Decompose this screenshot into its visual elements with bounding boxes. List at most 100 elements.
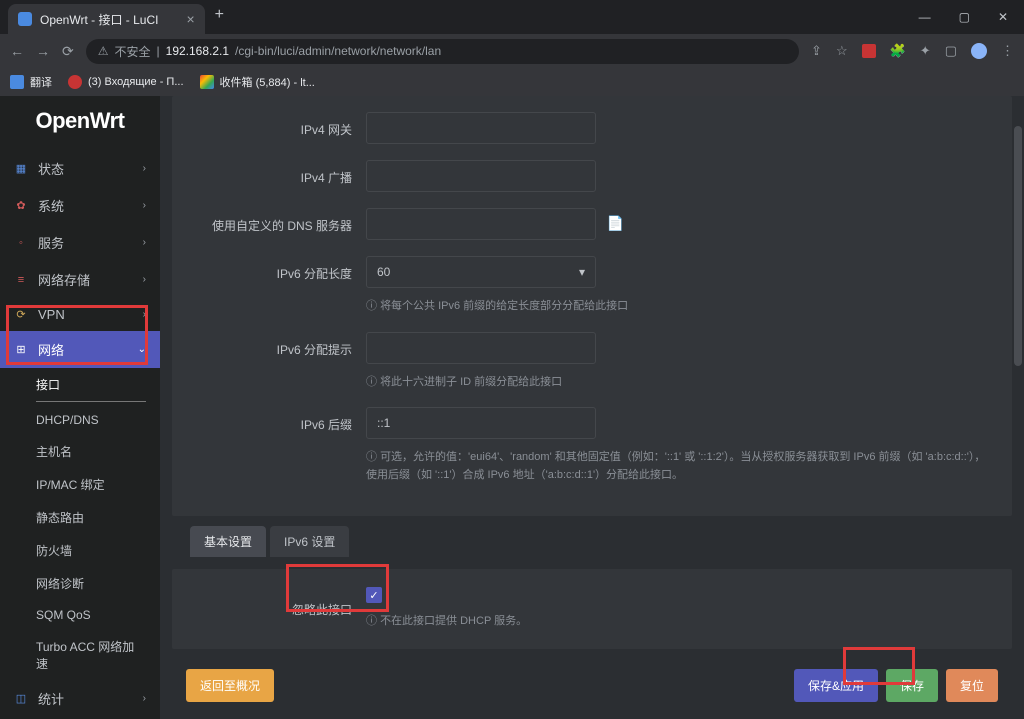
sidebar-subitem-sqm[interactable]: SQM QoS (0, 600, 160, 630)
ipv4-gateway-input[interactable] (366, 112, 596, 144)
extension-icon-2[interactable]: 🧩 (890, 43, 906, 59)
nav-label: 服务 (38, 233, 64, 252)
chevron-right-icon: › (143, 693, 146, 704)
bookmark-label: 收件箱 (5,884) - lt... (220, 74, 315, 90)
ipv6-suffix-help: 可选，允许的值：'eui64'、'random' 和其他固定值（例如：'::1'… (366, 449, 986, 484)
close-window-icon[interactable]: ✕ (998, 10, 1008, 24)
row-ipv6-suffix: IPv6 后缀 可选，允许的值：'eui64'、'random' 和其他固定值（… (172, 407, 1012, 484)
row-dns: 使用自定义的 DNS 服务器 📄 (172, 208, 1012, 240)
footer: Powered by LuCI Master (git-22.360.54384… (172, 708, 1012, 719)
network-icon: ⊞ (14, 343, 28, 357)
url-divider: | (157, 44, 160, 58)
dhcp-tabs: 基本设置 IPv6 设置 (190, 526, 1012, 557)
ipv6-suffix-input[interactable] (366, 407, 596, 439)
chevron-right-icon: › (143, 163, 146, 174)
menu-icon[interactable]: ⋮ (1001, 43, 1014, 59)
sidebar-item-system[interactable]: ✿ 系统 › (0, 187, 160, 224)
bookmark-item[interactable]: 收件箱 (5,884) - lt... (200, 74, 315, 90)
bookmark-label: 翻译 (30, 74, 52, 90)
bookmark-favicon-icon (10, 75, 24, 89)
tab-basic[interactable]: 基本设置 (190, 526, 266, 557)
ipv4-broadcast-input[interactable] (366, 160, 596, 192)
sidebar-subitem-firewall[interactable]: 防火墙 (0, 534, 160, 567)
nav-label: 统计 (38, 689, 64, 708)
content-area: IPv4 网关 IPv4 广播 使用自定义的 DNS 服务器 📄 IPv6 分配… (160, 96, 1024, 719)
chevron-down-icon: ⌄ (138, 344, 146, 355)
form-actions: 返回至概况 保存&应用 保存 复位 (172, 659, 1012, 708)
profile-icon[interactable] (971, 43, 987, 59)
save-button[interactable]: 保存 (886, 669, 938, 702)
storage-icon: ≡ (14, 273, 28, 287)
new-tab-button[interactable]: + (215, 6, 224, 28)
share-icon[interactable]: ⇪ (811, 43, 822, 59)
chevron-right-icon: › (143, 237, 146, 248)
tab-title: OpenWrt - 接口 - LuCI (40, 11, 158, 28)
sidebar-item-statistics[interactable]: ◫ 统计 › (0, 680, 160, 717)
reload-icon[interactable]: ⟳ (62, 43, 74, 60)
nav-label: 网络存储 (38, 270, 90, 289)
ipv6-hint-input[interactable] (366, 332, 596, 364)
content-scroll[interactable]: IPv4 网关 IPv4 广播 使用自定义的 DNS 服务器 📄 IPv6 分配… (160, 96, 1024, 719)
sidebar-subitem-dhcp[interactable]: DHCP/DNS (0, 405, 160, 435)
browser-tab[interactable]: OpenWrt - 接口 - LuCI × (8, 4, 205, 34)
window-icon[interactable]: ▢ (945, 43, 957, 59)
sidebar-subitem-turboacc[interactable]: Turbo ACC 网络加速 (0, 630, 160, 680)
url-host: 192.168.2.1 (166, 44, 229, 58)
stats-icon: ◫ (14, 692, 28, 706)
tab-ipv6[interactable]: IPv6 设置 (270, 526, 349, 557)
logo[interactable]: OpenWrt (0, 108, 160, 134)
forward-icon[interactable]: → (36, 43, 50, 59)
services-icon: ◦ (14, 236, 28, 250)
save-apply-button[interactable]: 保存&应用 (794, 669, 878, 702)
url-input[interactable]: ⚠ 不安全 | 192.168.2.1/cgi-bin/luci/admin/n… (86, 39, 799, 64)
gear-icon: ✿ (14, 199, 28, 213)
sidebar-item-network[interactable]: ⊞ 网络 ⌄ (0, 331, 160, 368)
row-ipv6-prefix: IPv6 分配长度 60 ▾ 将每个公共 IPv6 前缀的给定长度部分分配给此接… (172, 256, 1012, 316)
ignore-interface-help: 不在此接口提供 DHCP 服务。 (366, 613, 1012, 631)
tab-close-icon[interactable]: × (186, 11, 194, 27)
ipv4-gateway-label: IPv4 网关 (172, 112, 366, 138)
row-ipv6-hint: IPv6 分配提示 将此十六进制子 ID 前缀分配给此接口 (172, 332, 1012, 392)
back-to-overview-button[interactable]: 返回至概况 (186, 669, 274, 702)
vpn-icon: ⟳ (14, 308, 28, 322)
chevron-right-icon: › (143, 309, 146, 320)
bookmark-item[interactable]: 翻译 (10, 74, 52, 90)
browser-titlebar: OpenWrt - 接口 - LuCI × + — ▢ ✕ (0, 0, 1024, 34)
dns-label: 使用自定义的 DNS 服务器 (172, 208, 366, 234)
ipv6-prefix-label: IPv6 分配长度 (172, 256, 366, 282)
nav-label: VPN (38, 307, 65, 322)
extension-icon-1[interactable] (862, 44, 876, 58)
sidebar-item-services[interactable]: ◦ 服务 › (0, 224, 160, 261)
insecure-icon: ⚠ (98, 44, 109, 58)
sidebar-subitem-interfaces[interactable]: 接口 (36, 368, 146, 402)
add-dns-icon[interactable]: 📄 (606, 215, 624, 233)
maximize-icon[interactable]: ▢ (959, 10, 970, 24)
sidebar-subitem-ipmac[interactable]: IP/MAC 绑定 (0, 468, 160, 501)
sidebar-subitem-diagnostics[interactable]: 网络诊断 (0, 567, 160, 600)
ignore-interface-checkbox[interactable]: ✓ (366, 587, 382, 603)
dns-input[interactable] (366, 208, 596, 240)
sidebar-item-nas[interactable]: ≡ 网络存储 › (0, 261, 160, 298)
window-controls: — ▢ ✕ (919, 10, 1024, 34)
ipv6-prefix-select[interactable]: 60 ▾ (366, 256, 596, 288)
sidebar-item-vpn[interactable]: ⟳ VPN › (0, 298, 160, 331)
ignore-interface-label: 忽略此接口 (172, 601, 366, 618)
back-icon[interactable]: ← (10, 43, 24, 59)
sidebar-subitem-hostnames[interactable]: 主机名 (0, 435, 160, 468)
tab-favicon-icon (18, 12, 32, 26)
chevron-right-icon: › (143, 274, 146, 285)
sidebar-item-status[interactable]: ▦ 状态 › (0, 150, 160, 187)
extensions-icon[interactable]: ✦ (920, 43, 931, 59)
dropdown-icon: ▾ (579, 265, 585, 279)
nav-label: 状态 (38, 159, 64, 178)
row-ipv4-broadcast: IPv4 广播 (172, 160, 1012, 192)
sidebar-subitem-routes[interactable]: 静态路由 (0, 501, 160, 534)
network-submenu: 接口 DHCP/DNS 主机名 IP/MAC 绑定 静态路由 防火墙 网络诊断 … (0, 368, 160, 680)
star-icon[interactable]: ☆ (836, 43, 848, 59)
security-label: 不安全 (115, 43, 151, 60)
minimize-icon[interactable]: — (919, 10, 931, 24)
reset-button[interactable]: 复位 (946, 669, 998, 702)
ipv6-hint-label: IPv6 分配提示 (172, 332, 366, 358)
ipv6-suffix-label: IPv6 后缀 (172, 407, 366, 433)
bookmark-item[interactable]: (3) Входящие - П... (68, 75, 184, 89)
